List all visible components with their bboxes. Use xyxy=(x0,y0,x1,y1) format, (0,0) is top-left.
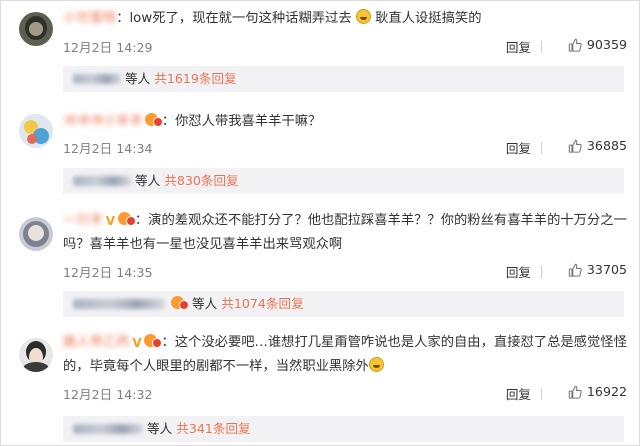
weibo-comment-list: 小可爱呀：low死了，现在就一句这种话糊弄过去 耿直人设挺搞笑的 12月2日 1… xyxy=(0,0,640,446)
reply-button[interactable]: 回复 xyxy=(506,138,531,157)
sub-replies-bar[interactable]: 等人 共1074条回复 xyxy=(63,291,624,317)
like-count: 16922 xyxy=(586,384,627,399)
reply-count-link[interactable]: 共341条回复 xyxy=(176,421,250,436)
thumbs-up-icon xyxy=(568,38,582,52)
sub-reply-users xyxy=(73,299,165,309)
sub-replies-bar[interactable]: 等人 共1619条回复 xyxy=(63,66,624,92)
timestamp: 12月2日 14:35 xyxy=(63,265,153,280)
like-button[interactable]: 90359 xyxy=(568,37,627,52)
reply-count-link[interactable]: 共1074条回复 xyxy=(221,296,303,311)
thumbs-up-icon xyxy=(568,385,582,399)
comment-meta: 12月2日 14:29 回复 90359 xyxy=(63,37,627,57)
like-button[interactable]: 36885 xyxy=(568,138,627,153)
sub-reply-users xyxy=(73,74,121,84)
timestamp: 12月2日 14:29 xyxy=(63,40,153,55)
reply-count-link[interactable]: 共830条回复 xyxy=(164,173,238,188)
reply-button[interactable]: 回复 xyxy=(506,384,531,403)
like-button[interactable]: 33705 xyxy=(568,262,627,277)
reply-count-link[interactable]: 共1619条回复 xyxy=(154,71,236,86)
like-count: 36885 xyxy=(586,138,627,153)
laughing-emoji-icon xyxy=(355,9,371,24)
divider xyxy=(541,142,542,154)
reply-button[interactable]: 回复 xyxy=(506,262,531,281)
sub-replies-bar[interactable]: 等人 共341条回复 xyxy=(63,416,624,442)
sub-reply-users xyxy=(73,424,143,434)
avatar[interactable] xyxy=(19,217,53,251)
username[interactable]: 一只羊 xyxy=(63,213,103,228)
username[interactable]: 冲冲冲小羊羊 xyxy=(63,114,143,129)
vip-badge-icon xyxy=(144,113,163,127)
vip-badge-icon xyxy=(144,334,163,348)
thumbs-up-icon xyxy=(568,139,582,153)
divider xyxy=(541,41,542,53)
verified-badge-icon: V xyxy=(105,214,116,228)
like-count: 33705 xyxy=(586,262,627,277)
comment-meta: 12月2日 14:34 回复 36885 xyxy=(63,138,627,158)
thumbs-up-icon xyxy=(568,263,582,277)
sub-replies-bar[interactable]: 等人 共830条回复 xyxy=(63,168,624,194)
vip-badge-icon xyxy=(117,212,136,226)
username[interactable]: 路人甲乙丙 xyxy=(63,335,129,350)
avatar[interactable] xyxy=(19,114,53,148)
avatar[interactable] xyxy=(19,338,53,372)
sub-reply-users xyxy=(73,176,131,186)
comment-meta: 12月2日 14:32 回复 16922 xyxy=(63,384,627,404)
comment-text: 冲冲冲小羊羊 ：你怼人带我喜羊羊干嘛？ xyxy=(63,113,322,129)
timestamp: 12月2日 14:34 xyxy=(63,141,153,156)
reply-button[interactable]: 回复 xyxy=(506,37,531,56)
comment-text: 一只羊 V ：演的差观众还不能打分了？他也配拉踩喜羊羊？？你的粉丝有喜羊羊的十万分之… xyxy=(63,212,627,252)
verified-badge-icon: V xyxy=(132,336,142,350)
comment-text: 小可爱呀：low死了，现在就一句这种话糊弄过去 耿直人设挺搞笑的 xyxy=(63,9,482,26)
divider xyxy=(541,388,542,400)
comment-text: 路人甲乙丙 V ：这个没必要吧…谁想打几星甭管咋说也是人家的自由，直接怼了总是感觉怪… xyxy=(63,334,627,374)
username[interactable]: 小可爱呀 xyxy=(63,11,116,26)
comment-meta: 12月2日 14:35 回复 33705 xyxy=(63,262,627,282)
like-button[interactable]: 16922 xyxy=(568,384,627,399)
vip-badge-icon xyxy=(171,296,190,310)
like-count: 90359 xyxy=(586,37,627,52)
timestamp: 12月2日 14:32 xyxy=(63,387,153,402)
divider xyxy=(541,266,542,278)
avatar[interactable] xyxy=(19,12,53,46)
laughing-emoji-icon xyxy=(368,357,384,372)
